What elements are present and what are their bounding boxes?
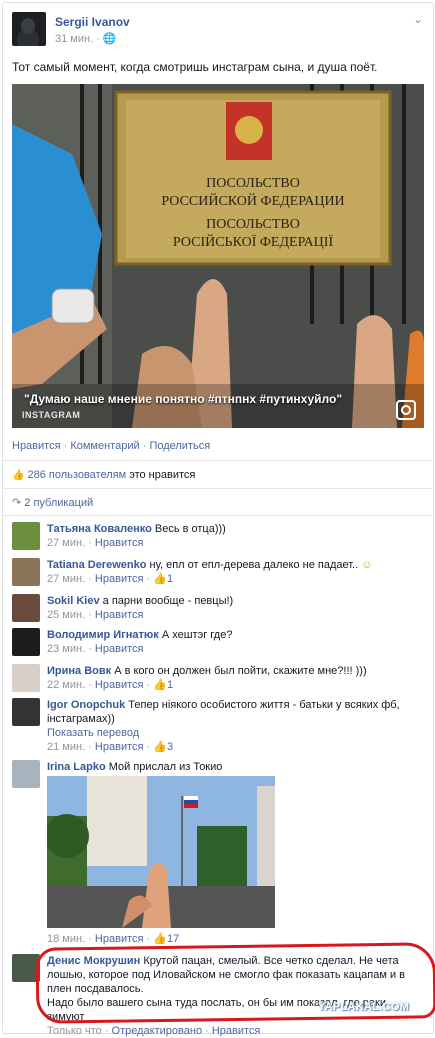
sign-line-4: РОСІЙСЬКОЇ ФЕДЕРАЦІЇ [173,233,334,250]
comment-photo[interactable] [47,776,275,928]
thumbs-up-icon: 👍 [153,573,167,585]
commenter-avatar[interactable] [12,698,40,726]
comment-time[interactable]: 27 мин. [47,573,85,585]
smiley-icon: ☺ [361,559,373,571]
divider [2,515,432,516]
commenter-name[interactable]: Sokil Kiev [47,595,100,607]
comment-text: Мой прислал из Токио [108,761,223,773]
commenter-name[interactable]: Tatiana Derewenko [47,559,146,571]
comment-time[interactable]: 22 мин. [47,679,85,691]
comment-like-link[interactable]: Нравится [95,643,144,655]
comment-like-count[interactable]: 1 [167,679,173,691]
comment-like-link[interactable]: Нравится [95,679,144,691]
sign-line-2: РОССИЙСКОЙ ФЕДЕРАЦИИ [161,192,344,209]
translate-link[interactable]: Показать перевод [47,727,139,739]
thumbs-up-icon: 👍 [153,741,167,753]
sign-line-1: ПОСОЛЬСТВО [206,176,300,191]
author-name[interactable]: Sergii Ivanov [55,15,130,29]
comment-like-count[interactable]: 17 [167,933,179,945]
comment-like-link[interactable]: Нравится [95,741,144,753]
post-photo[interactable]: ПОСОЛЬСТВО РОССИЙСКОЙ ФЕДЕРАЦИИ ПОСОЛЬСТ… [12,84,424,428]
commenter-name[interactable]: Ирина Вовк [47,665,111,677]
comment-text: ну, епл от епл-дерева далеко не падает.. [149,559,359,571]
divider [2,488,432,489]
instagram-icon[interactable] [396,400,416,420]
comment-photo-image [47,776,275,928]
photo-source[interactable]: INSTAGRAM [22,410,80,420]
author-avatar[interactable] [12,12,46,46]
commenter-name[interactable]: Володимир Игнатюк [47,629,159,641]
comment-like-link[interactable]: Нравится [95,933,144,945]
comment-link[interactable]: Комментарий [70,440,139,452]
commenter-name[interactable]: Татьяна Коваленко [47,523,152,535]
separator-dot: · [142,440,147,452]
share-link[interactable]: Поделиться [149,440,210,452]
comment-time[interactable]: Только что [47,1025,102,1037]
comment-like-link[interactable]: Нравится [95,537,144,549]
commenter-name[interactable]: Irina Lapko [47,761,106,773]
comment-text: А хештэг где? [161,629,233,641]
comment-text: Весь в отца))) [154,523,226,535]
thumbs-up-icon: 👍 [12,470,25,481]
like-link[interactable]: Нравится [12,440,61,452]
edited-link[interactable]: Отредактировано [112,1025,203,1037]
post-actions: Нравится · Комментарий · Поделиться [12,440,210,452]
commenter-avatar[interactable] [12,522,40,550]
commenter-avatar[interactable] [12,664,40,692]
shares-summary: ↷ 2 публикаций [12,496,93,509]
thumbs-up-icon: 👍 [153,933,167,945]
watermark-logo: YAPLAKAL.COM [318,1001,410,1013]
photo-caption: "Думаю наше мнение понятно #птнпнх #пути… [24,392,343,406]
comment-text: а парни вообще - певцы!) [102,595,234,607]
divider [2,460,432,461]
chevron-down-icon[interactable]: ⌄ [413,12,423,26]
commenter-avatar[interactable] [12,558,40,586]
likes-summary: 👍 286 пользователям это нравится [12,469,195,481]
commenter-name[interactable]: Igor Onopchuk [47,699,125,711]
commenter-avatar[interactable] [12,760,40,788]
post-time[interactable]: 31 мин. [55,33,93,45]
comment-like-count[interactable]: 3 [167,741,173,753]
globe-icon: 🌐 [102,33,117,45]
comment-like-link[interactable]: Нравится [95,609,144,621]
comment-like-count[interactable]: 1 [167,573,173,585]
shares-count-link[interactable]: 2 публикаций [24,497,93,509]
commenter-avatar[interactable] [12,594,40,622]
sign-line-3: ПОСОЛЬСТВО [206,217,300,232]
comment-time[interactable]: 23 мин. [47,643,85,655]
comment-time[interactable]: 18 мин. [47,933,85,945]
separator-dot: · [63,440,68,452]
comment-text: А в кого он должен был пойти, скажите мн… [114,665,367,677]
share-arrow-icon: ↷ [12,497,22,509]
comment-time[interactable]: 25 мин. [47,609,85,621]
post-status-text: Тот самый момент, когда смотришь инстагр… [12,60,378,74]
post-meta: 31 мин. · 🌐 [55,33,117,45]
likes-suffix: это нравится [129,469,196,481]
comment-like-link[interactable]: Нравится [212,1025,261,1037]
comment-like-link[interactable]: Нравится [95,573,144,585]
comment-time[interactable]: 27 мин. [47,537,85,549]
likes-count-link[interactable]: 286 пользователям [28,469,127,481]
thumbs-up-icon: 👍 [153,679,167,691]
post-photo-image: ПОСОЛЬСТВО РОССИЙСКОЙ ФЕДЕРАЦИИ ПОСОЛЬСТ… [12,84,424,428]
commenter-avatar[interactable] [12,628,40,656]
comment-time[interactable]: 21 мин. [47,741,85,753]
